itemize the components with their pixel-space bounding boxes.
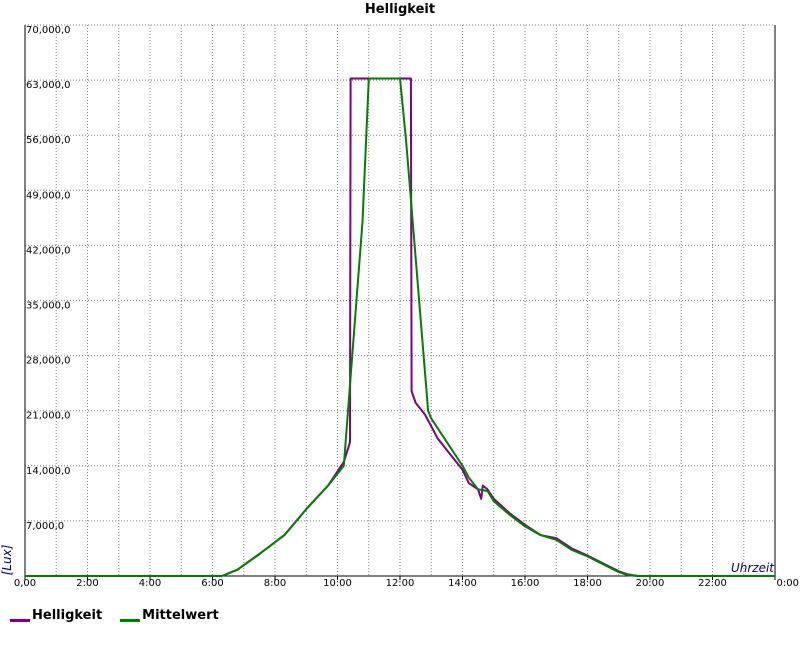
legend: Helligkeit Mittelwert [10,608,219,623]
legend-label-helligkeit: Helligkeit [32,608,103,623]
legend-label-mittelwert: Mittelwert [142,608,219,623]
x-tick-labels: 0,00 2:00 4:00 6:00 8:00 10:00 12:00 14:00 16:00… [14,576,799,589]
y-tick-label: 49,000,0 [26,190,71,201]
legend-swatch-helligkeit [10,618,30,622]
x-tick-label: 4:00 [139,578,161,589]
y-tick-label: 42,000,0 [26,245,71,256]
grid-lines [25,24,775,576]
x-tick-label: 20:00 [636,578,665,589]
x-tick-label: 18:00 [573,578,602,589]
y-tick-label: 28,000,0 [26,356,71,367]
series-line-mittelwert [25,77,775,577]
y-tick-label: 21,000,0 [26,411,71,422]
x-tick-label: 0:00 [777,578,799,589]
y-tick-label: 35,000,0 [26,301,71,312]
y-tick-label: 14,000,0 [26,466,71,477]
x-tick-label: 0,00 [14,578,36,589]
legend-swatch-mittelwert [120,618,141,622]
x-tick-label: 2:00 [76,578,98,589]
y-tick-label: 56,000,0 [26,135,71,146]
y-axis-label: [Lux] [0,544,14,575]
x-tick-label: 14:00 [448,578,477,589]
x-axis-label: Uhrzeit [731,561,775,575]
x-tick-label: 6:00 [201,578,223,589]
x-tick-label: 12:00 [386,578,415,589]
y-tick-label: 7,000,0 [26,521,64,532]
series-lines [25,77,775,577]
series-line-helligkeit [25,77,775,577]
legend-item-mittelwert: Mittelwert [120,608,219,623]
y-tick-label: 70,000,0 [26,25,71,36]
chart-title: Helligkeit [365,2,435,17]
x-tick-label: 10:00 [323,578,352,589]
legend-item-helligkeit: Helligkeit [10,608,102,623]
x-tick-label: 22:00 [698,578,727,589]
brightness-chart: Helligkeit 7,000,0 14,000,0 21,000,0 28,000… [0,2,799,589]
x-tick-label: 16:00 [511,578,540,589]
x-tick-label: 8:00 [264,578,286,589]
y-tick-labels: 7,000,0 14,000,0 21,000,0 28,000,0 35,000,0 4… [26,25,71,532]
y-tick-label: 63,000,0 [26,80,71,91]
